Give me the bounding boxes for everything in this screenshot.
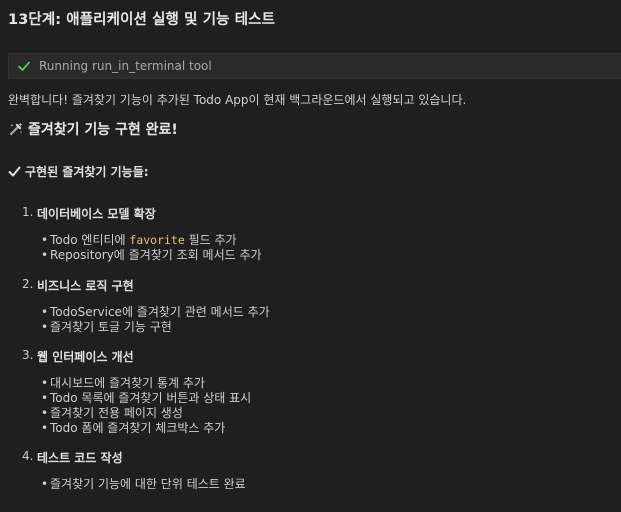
list-item-text: Todo 목록에 즐겨찾기 버튼과 상태 표시 [50,391,252,405]
section-title: 3. 웹 인터페이스 개선 [22,348,251,365]
list-item-text: Todo 폼에 즐겨찾기 체크박스 추가 [50,421,226,435]
features-heading: 구현된 즐겨찾기 기능들: [8,163,149,180]
check-icon [17,59,31,73]
tool-status-label: Running run_in_terminal tool [39,59,212,73]
list-item: • Todo 폼에 즐겨찾기 체크박스 추가 [41,421,251,436]
list-item-text: Repository에 즐겨찾기 조회 메서드 추가 [50,248,262,262]
bullet-dot: • [41,406,49,420]
completion-heading: 즐겨찾기 기능 구현 완료! [8,119,178,139]
section-number: 4. [22,449,34,463]
list-item: • 대시보드에 즐겨찾기 통계 추가 [41,376,251,391]
section-2: 2. 비즈니스 로직 구현 • TodoService에 즐겨찾기 관련 메서드… [22,277,270,335]
list-item-text: 즐겨찾기 기능에 대한 단위 테스트 완료 [50,477,246,491]
tool-status-bar[interactable]: Running run_in_terminal tool [8,53,621,79]
bullet-list: • Todo 엔티티에 favorite 필드 추가 • Repository에… [22,233,262,263]
bullet-dot: • [41,233,49,247]
bullet-dot: • [41,376,49,390]
section-number: 1. [22,205,34,219]
list-item-text: 대시보드에 즐겨찾기 통계 추가 [50,376,205,390]
section-title: 1. 데이터베이스 모델 확장 [22,205,262,222]
list-item-text-pre: Todo 엔티티에 [50,233,130,247]
section-1: 1. 데이터베이스 모델 확장 • Todo 엔티티에 favorite 필드 … [22,205,262,263]
section-title: 4. 테스트 코드 작성 [22,449,246,466]
list-item: • 즐겨찾기 기능에 대한 단위 테스트 완료 [41,477,246,492]
bullet-list: • TodoService에 즐겨찾기 관련 메서드 추가 • 즐겨찾기 토글 … [22,305,270,335]
section-title-text: 비즈니스 로직 구현 [37,279,134,293]
list-item: • Todo 엔티티에 favorite 필드 추가 [41,233,262,248]
section-4: 4. 테스트 코드 작성 • 즐겨찾기 기능에 대한 단위 테스트 완료 [22,449,246,492]
section-title: 2. 비즈니스 로직 구현 [22,277,270,294]
bullet-dot: • [41,248,49,262]
list-item-text: 즐겨찾기 전용 페이지 생성 [50,406,183,420]
section-title-text: 웹 인터페이스 개선 [37,350,134,364]
section-number: 3. [22,348,34,362]
list-item: • Repository에 즐겨찾기 조회 메서드 추가 [41,248,262,263]
bullet-list: • 대시보드에 즐겨찾기 통계 추가 • Todo 목록에 즐겨찾기 버튼과 상… [22,376,251,436]
section-title-text: 테스트 코드 작성 [37,451,123,465]
section-number: 2. [22,277,34,291]
bullet-dot: • [41,305,49,319]
list-item: • 즐겨찾기 토글 기능 구현 [41,320,270,335]
sparkle-tool-icon [8,121,24,137]
list-item-text-post: 필드 추가 [184,233,237,247]
bullet-dot: • [41,477,49,491]
section-title-text: 데이터베이스 모델 확장 [37,207,156,221]
list-item-text: Todo 엔티티에 favorite 필드 추가 [50,233,237,248]
list-item: • TodoService에 즐겨찾기 관련 메서드 추가 [41,305,270,320]
features-heading-text: 구현된 즐겨찾기 기능들: [25,165,149,179]
completion-heading-text: 즐겨찾기 기능 구현 완료! [28,122,178,138]
step-title: 13단계: 애플리케이션 실행 및 기능 테스트 [8,12,276,28]
list-item-text: TodoService에 즐겨찾기 관련 메서드 추가 [50,305,270,319]
inline-code: favorite [129,233,185,247]
list-item: • Todo 목록에 즐겨찾기 버튼과 상태 표시 [41,391,251,406]
status-message: 완벽합니다! 즐겨찾기 기능이 추가된 Todo App이 현재 백그라운드에서… [8,93,467,107]
section-3: 3. 웹 인터페이스 개선 • 대시보드에 즐겨찾기 통계 추가 • Todo … [22,348,251,436]
bullet-list: • 즐겨찾기 기능에 대한 단위 테스트 완료 [22,477,246,492]
list-item-text: 즐겨찾기 토글 기능 구현 [50,320,172,334]
bullet-dot: • [41,421,49,435]
bullet-dot: • [41,391,49,405]
check-mark-icon [8,165,21,178]
list-item: • 즐겨찾기 전용 페이지 생성 [41,406,251,421]
bullet-dot: • [41,320,49,334]
